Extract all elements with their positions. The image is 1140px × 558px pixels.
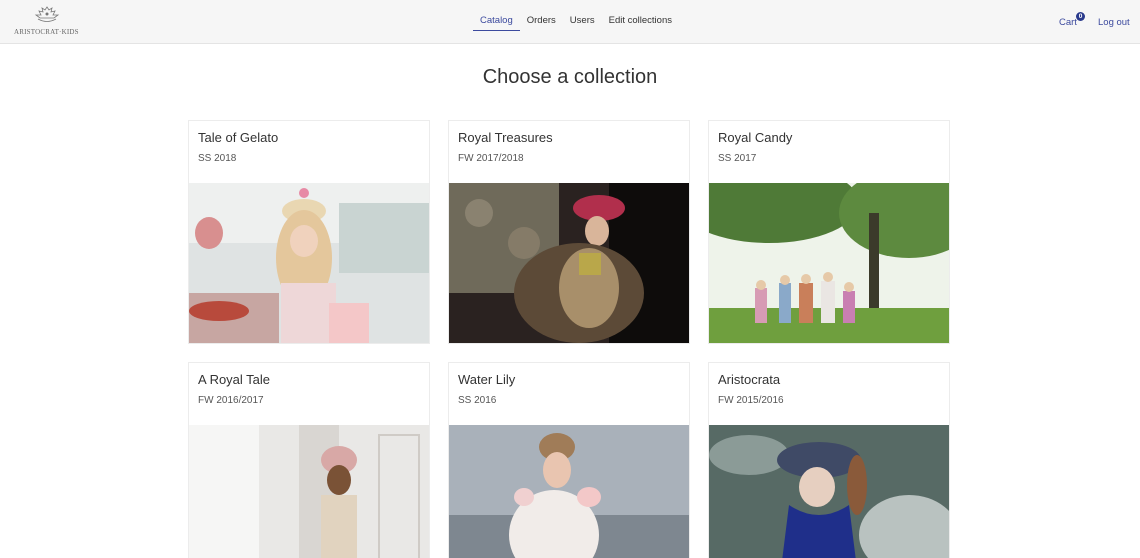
collection-title: Royal Treasures bbox=[458, 130, 553, 145]
cart-link[interactable]: Cart bbox=[1059, 17, 1077, 28]
collection-season: FW 2017/2018 bbox=[458, 153, 524, 164]
collection-image[interactable] bbox=[189, 425, 429, 558]
collection-image[interactable] bbox=[189, 183, 429, 343]
nav-catalog[interactable]: Catalog bbox=[473, 0, 520, 31]
collection-card[interactable]: Water Lily SS 2016 bbox=[448, 362, 690, 558]
collection-card[interactable]: Tale of Gelato SS 2018 bbox=[188, 120, 430, 344]
collection-card[interactable]: Royal Candy SS 2017 bbox=[708, 120, 950, 344]
collection-season: SS 2016 bbox=[458, 395, 497, 406]
collection-card[interactable]: Royal Treasures FW 2017/2018 bbox=[448, 120, 690, 344]
cart-count-badge: 0 bbox=[1076, 12, 1085, 21]
nav-edit-collections[interactable]: Edit collections bbox=[602, 0, 679, 32]
crest-icon bbox=[34, 6, 60, 22]
collection-title: Water Lily bbox=[458, 372, 516, 387]
collection-image[interactable] bbox=[709, 183, 949, 343]
collection-image[interactable] bbox=[449, 183, 689, 343]
collection-title: Tale of Gelato bbox=[198, 130, 279, 145]
collection-title: Royal Candy bbox=[718, 130, 793, 145]
collection-season: FW 2016/2017 bbox=[198, 395, 264, 406]
brand-logo[interactable]: ARISTOCRAT·KIDS bbox=[14, 5, 79, 37]
collection-card[interactable]: Aristocrata FW 2015/2016 bbox=[708, 362, 950, 558]
collection-title: Aristocrata bbox=[718, 372, 781, 387]
collection-season: FW 2015/2016 bbox=[718, 395, 784, 406]
collection-season: SS 2018 bbox=[198, 153, 237, 164]
nav-users[interactable]: Users bbox=[563, 0, 602, 32]
nav-orders[interactable]: Orders bbox=[520, 0, 563, 32]
collection-image[interactable] bbox=[449, 425, 689, 558]
page-title: Choose a collection bbox=[482, 66, 658, 88]
logout-link[interactable]: Log out bbox=[1098, 17, 1130, 28]
main-nav: Catalog Orders Users Edit collections bbox=[473, 0, 679, 44]
collection-title: A Royal Tale bbox=[198, 372, 271, 387]
top-navbar: ARISTOCRAT·KIDS Catalog Orders Users Edi… bbox=[0, 0, 1140, 44]
collection-image[interactable] bbox=[709, 425, 949, 558]
collection-season: SS 2017 bbox=[718, 153, 757, 164]
logo-text: ARISTOCRAT·KIDS bbox=[14, 28, 79, 36]
collection-card[interactable]: A Royal Tale FW 2016/2017 bbox=[188, 362, 430, 558]
